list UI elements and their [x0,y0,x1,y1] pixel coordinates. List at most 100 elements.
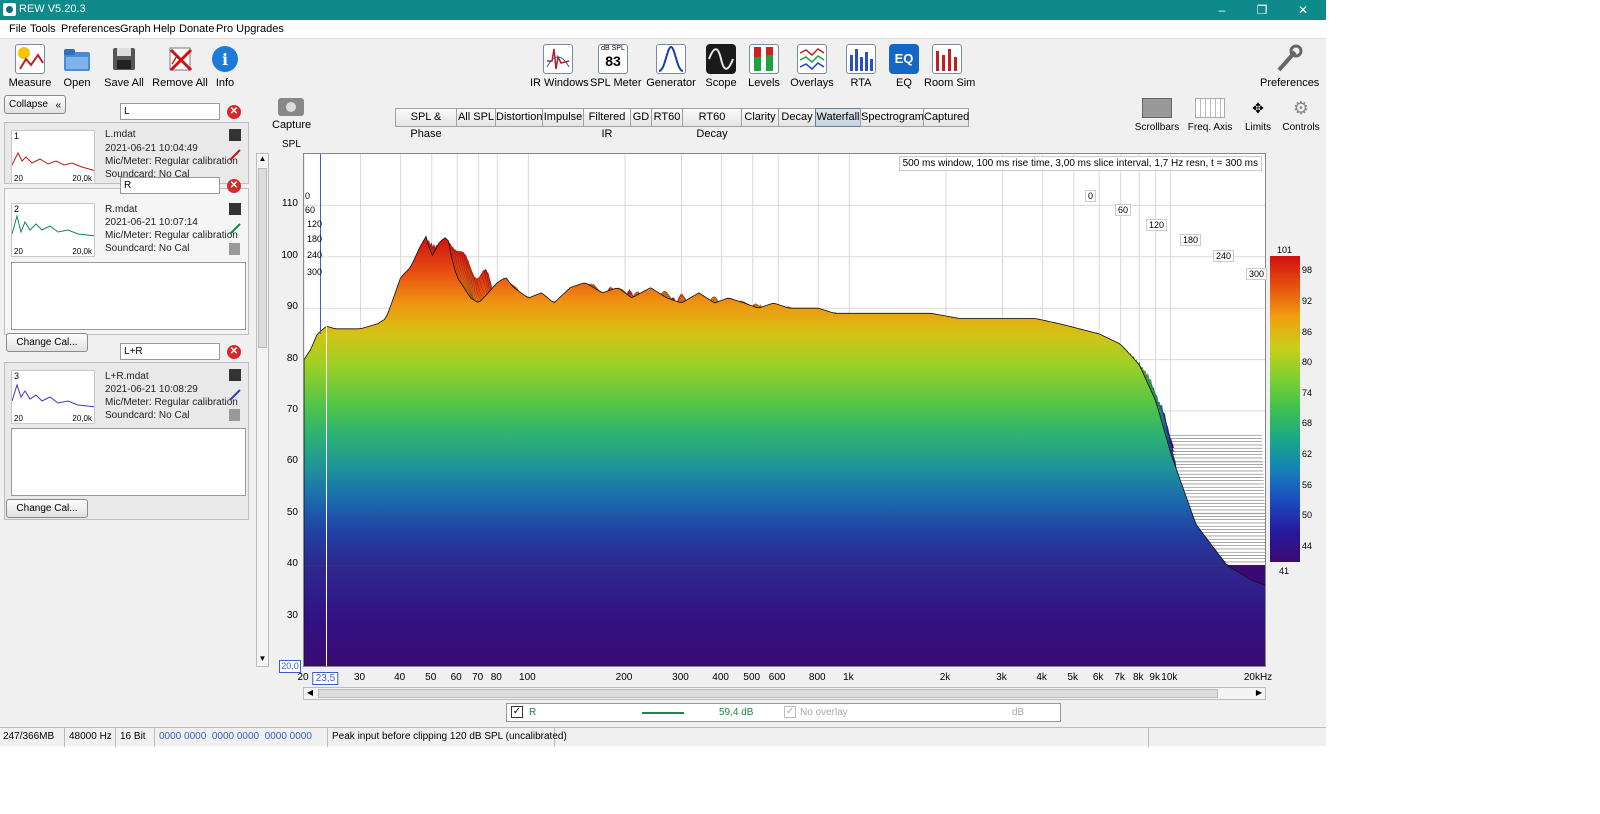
y-tick-label: 110 [282,198,298,210]
series-checkbox[interactable]: ✓ [511,706,523,718]
y-tick-label: 60 [286,455,298,467]
horizontal-scroll-thumb[interactable] [318,689,1218,698]
menu-tools[interactable]: Tools [30,23,56,35]
remove-measurement-icon-1[interactable]: ✕ [227,105,241,119]
menu-pro-upgrades[interactable]: Pro Upgrades [216,23,284,35]
waterfall-svg[interactable] [304,154,1266,667]
tab-rt60[interactable]: RT60 [651,108,683,127]
spl-meter-button[interactable]: dB SPL 83 SPL Meter [590,44,642,89]
time-axis-left-label: 60 [305,205,316,215]
folder-icon [62,44,92,74]
measurement-name-input-3[interactable]: L+R [120,343,220,360]
notes-icon-3[interactable] [229,409,240,421]
line-color-icon-1[interactable] [229,149,241,161]
tab-spl-phase[interactable]: SPL & Phase [395,108,457,140]
measurement-panel-1[interactable]: 1 20 20,0k L.mdat 2021-06-21 10:04:49 Mi… [4,122,249,184]
eq-badge: EQ [894,51,914,66]
waterfall-front-slice [304,235,1265,666]
save-measurement-icon-3[interactable] [229,369,241,381]
remove-measurement-icon-3[interactable]: ✕ [227,345,241,359]
cursor-frequency-label[interactable]: 23,5 [312,672,339,685]
x-tick-label: 500 [743,672,761,683]
room-sim-button[interactable]: Room Sim [924,44,975,89]
save-measurement-icon-1[interactable] [229,129,241,141]
overlays-button[interactable]: Overlays [790,44,834,89]
notes-icon-2[interactable] [229,243,240,255]
overlay-checkbox[interactable]: ✓ [784,706,796,718]
preferences-button[interactable]: Preferences [1260,44,1319,89]
scroll-right-icon[interactable]: ▶ [1253,688,1265,699]
menu-donate[interactable]: Donate [179,23,214,35]
waterfall-plot[interactable]: 500 ms window, 100 ms rise time, 3,00 ms… [303,153,1266,667]
measurement-panel-2[interactable]: 2 20 20,0k R.mdat 2021-06-21 10:07:14 Mi… [4,188,249,335]
menu-help[interactable]: Help [153,23,176,35]
thumb-max-2: 20,0k [72,247,92,256]
camera-icon [278,98,304,116]
tab-rt60-decay[interactable]: RT60 Decay [682,108,742,140]
measure-button[interactable]: Measure [8,44,52,89]
legend-series-value: 59,4 dB [719,707,754,718]
vertical-scroll-thumb[interactable] [258,168,267,348]
collapse-button[interactable]: Collapse « [4,95,66,114]
open-button[interactable]: Open [58,44,96,89]
generator-button[interactable]: Generator [646,44,696,89]
save-measurement-icon-2[interactable] [229,203,241,215]
remove-measurement-icon-2[interactable]: ✕ [227,179,241,193]
measurement-name-input-1[interactable]: L [120,103,220,120]
tab-impulse[interactable]: Impulse [542,108,584,127]
scope-button[interactable]: Scope [702,44,740,89]
maximize-button[interactable]: ❐ [1242,0,1282,20]
title-bar: REW V5.20.3 – ❐ ✕ [0,0,1326,20]
remove-all-button[interactable]: Remove All [152,44,208,89]
tab-clarity[interactable]: Clarity [741,108,779,127]
levels-button[interactable]: Levels [745,44,783,89]
controls-button[interactable]: ⚙ Controls [1282,98,1320,133]
limits-label: Limits [1244,122,1272,133]
time-axis-left-label: 0 [305,191,311,201]
minimize-button[interactable]: – [1202,0,1242,20]
measurement-name-input-2[interactable]: R [120,177,220,194]
tab-distortion[interactable]: Distortion [495,108,543,127]
scroll-down-icon[interactable]: ▼ [257,654,268,666]
tab-waterfall[interactable]: Waterfall [815,108,861,127]
measurement-notes-3[interactable] [11,428,246,496]
rta-button[interactable]: RTA [842,44,880,89]
info-button[interactable]: i Info [208,44,242,89]
double-chevron-left-icon: « [55,100,61,111]
freq-axis-button[interactable]: Freq. Axis [1186,98,1234,133]
tab-spectrogram[interactable]: Spectrogram [860,108,924,127]
tab-captured[interactable]: Captured [923,108,969,127]
limits-button[interactable]: ✥ Limits [1240,98,1276,133]
line-color-icon-2[interactable] [229,223,241,235]
ir-windows-button[interactable]: IR Windows [530,44,589,89]
tab-decay[interactable]: Decay [778,108,816,127]
time-axis-left-label: 300 [307,267,323,277]
change-cal-button-2[interactable]: Change Cal... [6,333,88,352]
scroll-left-icon[interactable]: ◀ [304,688,316,699]
open-label: Open [63,77,91,89]
menu-preferences[interactable]: Preferences [61,23,120,35]
tab-filtered-ir[interactable]: Filtered IR [583,108,631,140]
scroll-up-icon[interactable]: ▲ [257,154,268,166]
close-button[interactable]: ✕ [1283,0,1323,20]
menu-graph[interactable]: Graph [120,23,151,35]
line-color-icon-3[interactable] [229,389,241,401]
scrollbars-icon [1142,98,1172,118]
horizontal-scrollbar[interactable]: ◀ ▶ [303,687,1266,700]
measurement-notes-2[interactable] [11,262,246,330]
change-cal-button-3[interactable]: Change Cal... [6,499,88,518]
save-all-button[interactable]: Save All [102,44,146,89]
vertical-scrollbar[interactable]: ▲ ▼ [256,153,269,667]
x-tick-label: 10k [1161,672,1178,683]
tab-gd[interactable]: GD [630,108,652,127]
menu-file[interactable]: File [9,23,27,35]
colorbar-tick-label: 86 [1302,326,1313,337]
tab-all-spl[interactable]: All SPL [456,108,496,127]
x-tick-label: 8k [1132,672,1144,683]
capture-button[interactable]: Capture [272,98,311,131]
eq-button[interactable]: EQ EQ [885,44,923,89]
scrollbars-button[interactable]: Scrollbars [1134,98,1180,133]
window-title: REW V5.20.3 [19,3,86,15]
rta-icon [846,44,876,74]
measurement-panel-3[interactable]: 3 20 20,0k L+R.mdat 2021-06-21 10:08:29 … [4,362,249,520]
